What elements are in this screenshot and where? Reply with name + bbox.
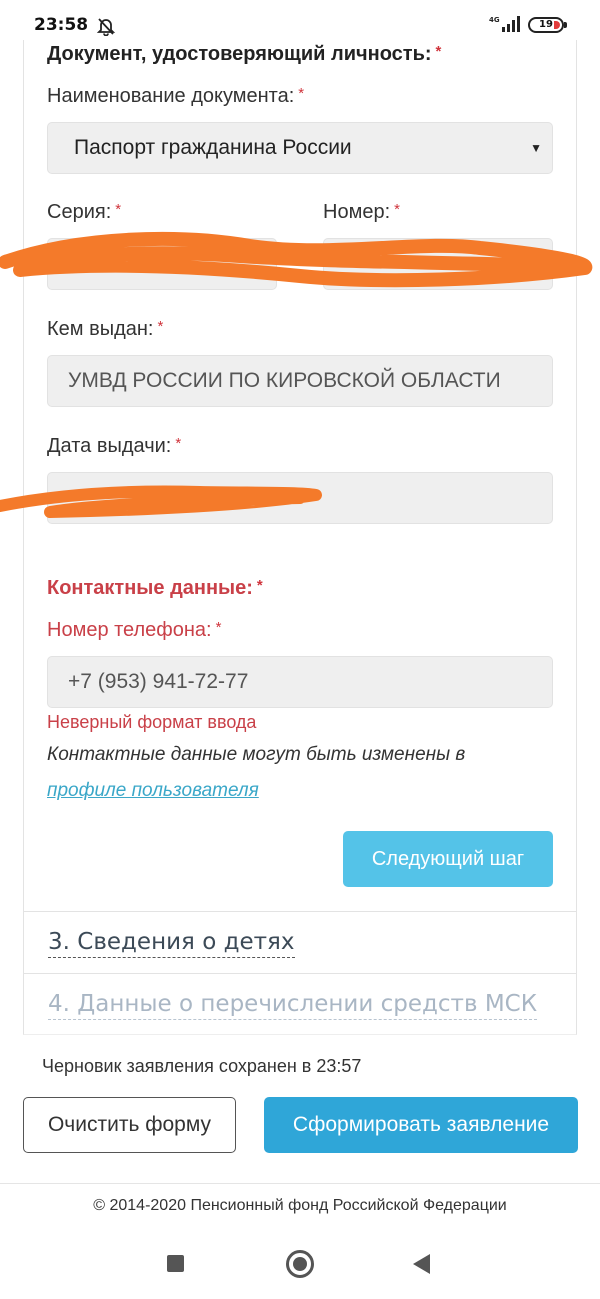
phone-value: +7 (953) 941-72-77 bbox=[68, 670, 249, 693]
section-children[interactable]: 3. Сведения о детях bbox=[23, 911, 577, 973]
system-nav-bar bbox=[0, 1228, 600, 1299]
required-asterisk: * bbox=[215, 619, 222, 636]
required-asterisk: * bbox=[298, 85, 305, 102]
issued-by-label: Кем выдан: * bbox=[47, 318, 164, 340]
section-msk-transfer[interactable]: 4. Данные о перечислении средств МСК bbox=[23, 973, 577, 1035]
square-icon[interactable] bbox=[167, 1255, 184, 1272]
profile-link[interactable]: профиле пользователя bbox=[47, 780, 259, 802]
contacts-section-title: Контактные данные: * bbox=[47, 577, 263, 599]
issued-by-input[interactable]: УМВД РОССИИ ПО КИРОВСКОЙ ОБЛАСТИ bbox=[47, 355, 553, 407]
doc-name-select[interactable]: Паспорт гражданина России ▼ bbox=[47, 122, 553, 174]
battery-percent: 19 bbox=[539, 19, 553, 30]
required-asterisk: * bbox=[115, 201, 122, 218]
status-time: 23:58 bbox=[34, 15, 89, 35]
identity-section-title: Документ, удостоверяющий личность: * bbox=[47, 43, 442, 65]
doc-name-value: Паспорт гражданина России bbox=[74, 136, 352, 159]
doc-name-label: Наименование документа: * bbox=[47, 85, 305, 107]
phone-label: Номер телефона: * bbox=[47, 619, 222, 641]
required-asterisk: * bbox=[256, 577, 263, 594]
required-asterisk: * bbox=[157, 318, 164, 335]
draft-status: Черновик заявления сохранен в 23:57 bbox=[42, 1056, 362, 1076]
battery-icon: 19 bbox=[528, 17, 567, 33]
series-label: Серия: * bbox=[47, 201, 122, 223]
signal-icon: 4G bbox=[489, 16, 520, 32]
issue-date-label: Дата выдачи: * bbox=[47, 435, 182, 457]
circle-icon[interactable] bbox=[286, 1250, 314, 1278]
series-input[interactable] bbox=[47, 238, 277, 290]
section-children-label: 3. Сведения о детях bbox=[48, 927, 295, 958]
network-type: 4G bbox=[489, 16, 500, 24]
phone-error-message: Неверный формат ввода bbox=[47, 712, 257, 732]
phone-input[interactable]: +7 (953) 941-72-77 bbox=[47, 656, 553, 708]
required-asterisk: * bbox=[175, 435, 182, 452]
clear-form-button[interactable]: Очистить форму bbox=[23, 1097, 236, 1153]
issued-by-value: УМВД РОССИИ ПО КИРОВСКОЙ ОБЛАСТИ bbox=[68, 369, 501, 392]
required-asterisk: * bbox=[394, 201, 400, 218]
bell-off-icon bbox=[96, 18, 116, 36]
number-label: Номер: * bbox=[323, 201, 400, 223]
section-msk-transfer-label: 4. Данные о перечислении средств МСК bbox=[48, 989, 538, 1020]
submit-application-button[interactable]: Сформировать заявление bbox=[264, 1097, 578, 1153]
footer-copyright: © 2014-2020 Пенсионный фонд Российской Ф… bbox=[93, 1197, 507, 1214]
issue-date-input[interactable] bbox=[47, 472, 553, 524]
triangle-back-icon[interactable] bbox=[413, 1254, 430, 1274]
contacts-note: Контактные данные могут быть изменены в bbox=[47, 744, 466, 765]
next-step-button[interactable]: Следующий шаг bbox=[343, 831, 553, 887]
footer-divider bbox=[0, 1183, 600, 1184]
caret-down-icon: ▼ bbox=[530, 141, 542, 155]
battery-level bbox=[554, 21, 560, 29]
required-asterisk: * bbox=[435, 43, 442, 60]
number-input[interactable] bbox=[323, 238, 553, 290]
